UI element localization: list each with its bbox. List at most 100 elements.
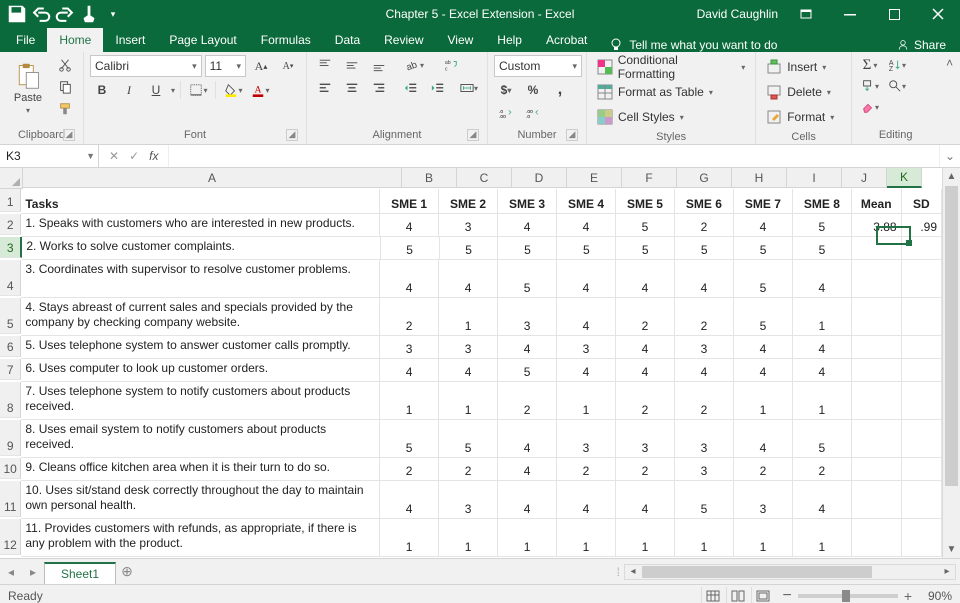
cell[interactable]: 5 xyxy=(498,359,557,382)
cut-icon[interactable] xyxy=(53,55,77,75)
zoom-out-icon[interactable]: − xyxy=(782,587,791,603)
format-cells-button[interactable]: Format▾ xyxy=(762,105,845,129)
cell[interactable]: 4 xyxy=(616,481,675,519)
cell[interactable]: 4 xyxy=(498,481,557,519)
cell[interactable]: 4 xyxy=(616,336,675,359)
align-right-icon[interactable] xyxy=(367,78,391,98)
cell[interactable] xyxy=(902,336,942,359)
cell[interactable]: 3 xyxy=(557,336,616,359)
cell[interactable]: 4 xyxy=(557,214,616,237)
new-sheet-icon[interactable]: ⊕ xyxy=(116,563,138,580)
align-middle-icon[interactable] xyxy=(340,55,364,75)
cell[interactable] xyxy=(902,298,942,336)
cell[interactable]: 1 xyxy=(380,519,439,557)
cell[interactable]: 1 xyxy=(557,519,616,557)
number-format-combo[interactable]: Custom▾ xyxy=(494,55,582,77)
cell[interactable]: SME 8 xyxy=(793,189,852,214)
cell[interactable]: 4 xyxy=(793,359,852,382)
cell[interactable] xyxy=(852,458,902,481)
column-header[interactable]: E xyxy=(567,168,622,188)
cell[interactable]: 2 xyxy=(616,458,675,481)
user-name[interactable]: David Caughlin xyxy=(697,7,778,21)
cell[interactable]: 5 xyxy=(381,237,440,260)
cell[interactable]: SME 1 xyxy=(380,189,439,214)
cell[interactable]: 4 xyxy=(734,420,793,458)
cell[interactable]: 2 xyxy=(616,298,675,336)
zoom-level[interactable]: 90% xyxy=(918,589,952,603)
cell[interactable]: 3.88 xyxy=(852,214,902,237)
cell[interactable]: 4 xyxy=(734,214,793,237)
cell[interactable]: 2 xyxy=(675,214,734,237)
cell[interactable] xyxy=(852,336,902,359)
dialog-launcher-icon[interactable]: ◢ xyxy=(467,129,479,141)
cell[interactable]: 4 xyxy=(557,260,616,298)
cell[interactable]: 4 xyxy=(557,298,616,336)
cell[interactable]: .99 xyxy=(902,214,942,237)
touch-mode-icon[interactable] xyxy=(78,3,100,25)
tab-nav-prev-icon[interactable]: ◂ xyxy=(0,565,22,579)
cell[interactable]: 4 xyxy=(557,481,616,519)
row-header[interactable]: 1 xyxy=(0,189,21,212)
cell[interactable]: 8. Uses email system to notify customers… xyxy=(21,420,380,458)
row-header[interactable]: 8 xyxy=(0,382,21,418)
increase-decimal-icon[interactable]: .0.00 xyxy=(494,103,518,123)
cell[interactable] xyxy=(852,420,902,458)
cell[interactable]: 1 xyxy=(793,298,852,336)
cell[interactable]: 4 xyxy=(793,481,852,519)
column-header[interactable]: J xyxy=(842,168,887,188)
cell[interactable]: 4 xyxy=(439,260,498,298)
cell[interactable] xyxy=(902,458,942,481)
cell[interactable]: 2. Works to solve customer complaints. xyxy=(22,237,380,260)
cell[interactable]: 5 xyxy=(616,237,675,260)
name-box[interactable]: K3▼ xyxy=(0,145,99,167)
cell[interactable]: 4 xyxy=(498,458,557,481)
cell[interactable]: 3 xyxy=(439,336,498,359)
cell[interactable]: 2 xyxy=(380,298,439,336)
vertical-scrollbar[interactable]: ▲ ▼ xyxy=(942,168,960,558)
cell[interactable]: 1 xyxy=(793,519,852,557)
cell[interactable]: 3 xyxy=(734,481,793,519)
tab-file[interactable]: File xyxy=(4,28,47,52)
bold-button[interactable]: B xyxy=(90,80,114,100)
insert-cells-button[interactable]: Insert▾ xyxy=(762,55,845,79)
cell[interactable]: 5 xyxy=(793,420,852,458)
row-header[interactable]: 7 xyxy=(0,359,21,380)
row-header[interactable]: 12 xyxy=(0,519,21,555)
cell[interactable]: 4 xyxy=(734,336,793,359)
row-header[interactable]: 4 xyxy=(0,260,21,296)
increase-font-icon[interactable]: A▴ xyxy=(249,56,273,76)
tell-me[interactable]: Tell me what you want to do xyxy=(599,38,787,52)
align-center-icon[interactable] xyxy=(340,78,364,98)
font-color-icon[interactable]: A▾ xyxy=(248,80,272,100)
accounting-format-icon[interactable]: $▾ xyxy=(494,80,518,100)
cell[interactable]: 3 xyxy=(498,298,557,336)
cell[interactable]: 5 xyxy=(675,237,734,260)
redo-icon[interactable] xyxy=(54,3,76,25)
cell[interactable]: 2 xyxy=(616,382,675,420)
cell[interactable]: 4 xyxy=(616,359,675,382)
cell[interactable] xyxy=(852,519,902,557)
cell[interactable]: 10. Uses sit/stand desk correctly throug… xyxy=(21,481,380,519)
comma-format-icon[interactable]: , xyxy=(548,80,572,100)
undo-icon[interactable] xyxy=(30,3,52,25)
cell[interactable]: 1 xyxy=(439,382,498,420)
tab-formulas[interactable]: Formulas xyxy=(249,28,323,52)
cell[interactable]: 1 xyxy=(498,519,557,557)
format-painter-icon[interactable] xyxy=(53,99,77,119)
grid[interactable]: 1TasksSME 1SME 2SME 3SME 4SME 5SME 6SME … xyxy=(0,189,942,557)
select-all-corner[interactable] xyxy=(0,168,23,189)
row-header[interactable]: 3 xyxy=(0,237,22,258)
cell[interactable]: 4 xyxy=(498,336,557,359)
orientation-icon[interactable]: ab▾ xyxy=(403,55,427,75)
cell[interactable]: 2 xyxy=(380,458,439,481)
zoom-in-icon[interactable]: + xyxy=(904,588,912,603)
horizontal-scrollbar[interactable]: ◂ ▸ xyxy=(624,564,956,580)
cell[interactable]: 2 xyxy=(498,382,557,420)
cell[interactable]: 5 xyxy=(734,260,793,298)
minimize-icon[interactable] xyxy=(828,0,872,28)
row-header[interactable]: 2 xyxy=(0,214,21,235)
align-top-icon[interactable] xyxy=(313,55,337,75)
tab-review[interactable]: Review xyxy=(372,28,435,52)
cell[interactable] xyxy=(852,298,902,336)
column-header[interactable]: D xyxy=(512,168,567,188)
